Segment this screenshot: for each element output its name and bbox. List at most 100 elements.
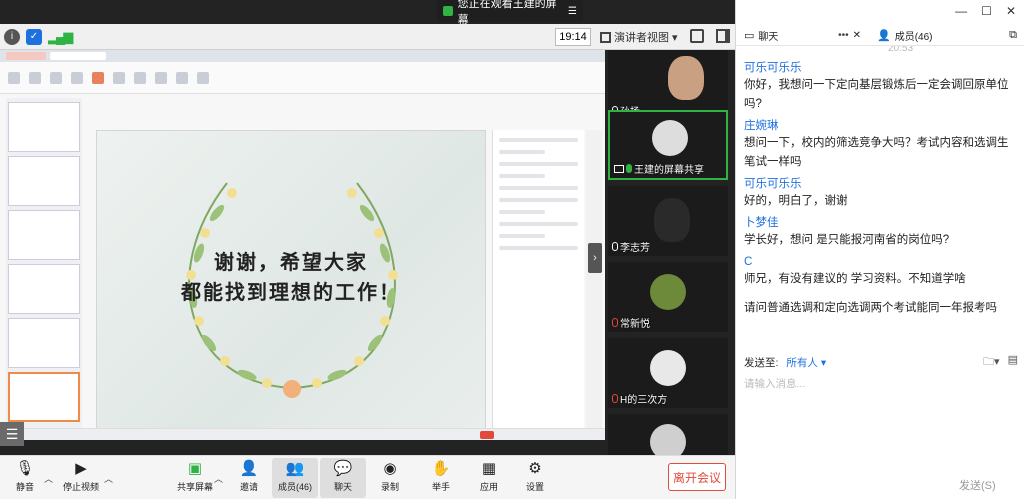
raise-hand-button[interactable]: ✋ 举手 [418, 458, 464, 498]
layout-icon[interactable] [716, 29, 730, 43]
ribbon-icon [155, 71, 167, 84]
slide-text-line2: 都能找到理想的工作！ [181, 280, 401, 304]
participant-avatar [652, 120, 688, 156]
pane-row [499, 234, 545, 238]
leave-meeting-button[interactable]: 离开会议 [668, 463, 726, 491]
grid-icon [600, 31, 611, 43]
hand-icon: ✋ [431, 460, 451, 477]
raise-hand-label: 举手 [431, 482, 450, 492]
slide-thumbnail-panel [6, 98, 82, 428]
members-button[interactable]: 👥 成员(46) [272, 458, 318, 498]
share-screen-button[interactable]: ▣ 共享屏幕 [172, 458, 218, 498]
signal-icon[interactable]: ▂▄▆ [48, 29, 73, 45]
meeting-timer: 19:14 [555, 28, 591, 46]
slide-text-line1: 谢谢，希望大家 [214, 250, 368, 274]
participant-name: 李志芳 [612, 239, 650, 254]
send-to-select[interactable]: 所有人 ▾ [786, 355, 826, 370]
message-sender: 可乐可乐乐 [744, 178, 802, 190]
settings-button[interactable]: ⚙ 设置 [512, 458, 558, 498]
view-mode-button[interactable]: 演讲者视图 ▾ [600, 28, 680, 46]
send-button[interactable]: 发送(S) [959, 477, 996, 493]
stop-video-button[interactable]: ▶ 停止视频 [58, 458, 104, 498]
main-video-area: i ✓ ▂▄▆ 19:14 演讲者视图 ▾ 谢谢，希望大家 都能找到理想的工作！… [0, 0, 735, 455]
apps-label: 应用 [479, 482, 498, 492]
popout-icon[interactable]: ⧉ [1009, 29, 1017, 42]
minimize-icon[interactable]: — [955, 4, 967, 18]
meeting-controls-bar: 🎙 静音 ︿ ▶ 停止视频 ︿ ▣ 共享屏幕 ︿ 👤 邀请 👥 成员(46) 💬… [0, 455, 735, 499]
chat-button[interactable]: 💬 聊天 [320, 458, 366, 498]
menu-icon[interactable]: ☰ [568, 6, 577, 17]
ribbon-icon [197, 71, 209, 84]
mute-button[interactable]: 🎙 静音 [2, 458, 48, 498]
more-icon[interactable]: ••• [838, 30, 849, 41]
slide-thumbnail [8, 264, 80, 314]
participant-avatar [650, 350, 686, 386]
participant-avatar [650, 274, 686, 310]
presentation-tab [50, 52, 106, 60]
shared-screen[interactable]: 谢谢，希望大家 都能找到理想的工作！ ☰ [0, 50, 605, 446]
message-text: 你好，我想问一下定向基层锻炼后一定会调回原单位吗? [744, 79, 1009, 110]
members-icon: 👥 [285, 460, 305, 477]
slide-thumbnail [8, 210, 80, 260]
properties-pane [492, 130, 584, 430]
view-mode-label: 演讲者视图 [614, 32, 669, 44]
shield-icon[interactable]: ✓ [26, 28, 42, 45]
add-user-icon: 👤 [239, 460, 259, 477]
chat-icon: 💬 [333, 460, 353, 477]
message-sender: 庄婉琳 [744, 120, 779, 132]
meeting-window: i ✓ ▂▄▆ 19:14 演讲者视图 ▾ 谢谢，希望大家 都能找到理想的工作！… [0, 0, 1024, 499]
participant-tile[interactable]: 常新悦 [608, 262, 728, 332]
slide-thumbnail-selected [8, 372, 80, 422]
message-input[interactable] [744, 378, 1018, 390]
folder-icon[interactable]: 🗀▾ [983, 353, 1000, 372]
pane-row [499, 222, 578, 226]
tab-chat[interactable]: ▭ 聊天 ••• ✕ [736, 26, 869, 46]
participant-tile[interactable]: H的三次方 [608, 338, 728, 408]
ribbon-icon [50, 71, 62, 84]
mic-icon [612, 242, 618, 251]
collapse-arrow-icon[interactable]: › [588, 243, 602, 273]
invite-button[interactable]: 👤 邀请 [226, 458, 272, 498]
close-icon[interactable]: ✕ [1006, 4, 1016, 18]
chevron-up-icon[interactable]: ︿ [44, 472, 53, 485]
screen-share-icon [614, 164, 624, 173]
info-icon[interactable]: i [4, 28, 20, 45]
message-sender: 可乐可乐乐 [744, 62, 802, 74]
participant-video [654, 198, 690, 242]
window-controls: — ☐ ✕ [955, 4, 1016, 18]
screen-sharing-banner[interactable]: 您正在观看王建的屏幕 ☰ [437, 0, 583, 26]
sharing-banner-text: 您正在观看王建的屏幕 [457, 0, 557, 26]
close-icon[interactable]: ✕ [853, 30, 861, 41]
participant-tile[interactable] [608, 414, 728, 455]
participant-video [668, 56, 704, 100]
slide-thumbnail [8, 102, 80, 152]
screenshot-icon[interactable]: ▤ [1008, 353, 1018, 372]
participant-tile[interactable]: 李志芳 [608, 186, 728, 256]
tab-members[interactable]: 👤 成员(46) [869, 26, 941, 46]
message-sender: C [744, 256, 753, 268]
chevron-up-icon[interactable]: ︿ [214, 472, 223, 485]
fullscreen-icon[interactable] [690, 29, 704, 43]
side-rail [586, 130, 602, 430]
record-button[interactable]: ◉ 录制 [367, 458, 413, 498]
chevron-up-icon[interactable]: ︿ [104, 472, 113, 485]
message-text: 请问普通选调和定向选调两个考试能同一年报考吗 [744, 302, 997, 314]
participant-tile[interactable]: 王建的屏幕共享 [608, 110, 728, 180]
message-input-area[interactable] [744, 374, 1018, 464]
mic-muted-icon [612, 318, 618, 327]
chat-icon: ▭ [744, 30, 755, 42]
participant-name: H的三次方 [612, 391, 667, 406]
pane-row [499, 246, 578, 250]
ribbon-icon [92, 71, 104, 84]
record-icon: ◉ [383, 460, 397, 477]
pane-row [499, 138, 578, 142]
apps-button[interactable]: ▦ 应用 [466, 458, 512, 498]
maximize-icon[interactable]: ☐ [981, 4, 992, 18]
chat-message-list[interactable]: 20:53 可乐可乐乐 你好，我想问一下定向基层锻炼后一定会调回原单位吗? 庄婉… [736, 46, 1024, 346]
stop-video-label: 停止视频 [62, 482, 99, 492]
menu-icon[interactable]: ☰ [0, 422, 24, 446]
pane-row [499, 198, 578, 202]
presentation-tab [6, 52, 46, 60]
microphone-icon: 🎙 [15, 460, 35, 477]
ribbon-icon [134, 71, 146, 84]
